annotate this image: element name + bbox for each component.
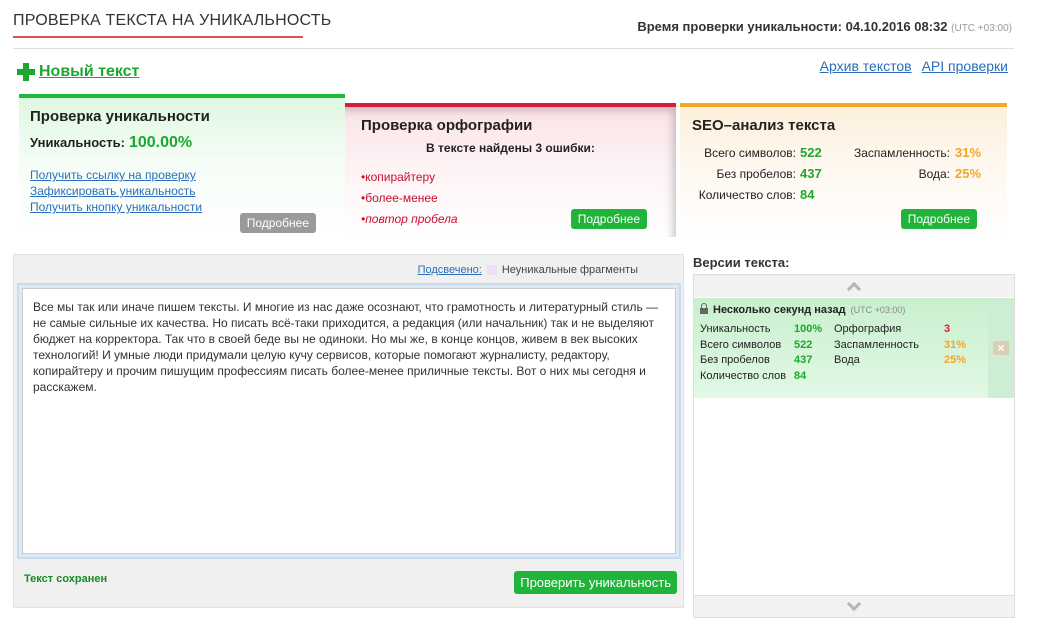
version-total: 522: [794, 338, 813, 351]
uniqueness-links: Получить ссылку на проверку Зафиксироват…: [30, 168, 202, 215]
seo-no-spaces: 437: [800, 166, 822, 181]
check-time-tz: (UTC +03:00): [951, 23, 1012, 34]
page-title: ПРОВЕРКА ТЕКСТА НА УНИКАЛЬНОСТЬ: [13, 12, 332, 29]
uniqueness-percent: 100.00%: [128, 134, 193, 151]
chevron-up-icon: [846, 281, 862, 296]
version-left-values: 100% 522 437 84: [794, 322, 822, 384]
seo-title: SEO–анализ текста: [692, 117, 836, 134]
seo-left-values: 522 437 84: [800, 145, 822, 208]
version-spam-label: Заспамленность: [834, 338, 919, 351]
editor-panel: Подсвечено: Неуникальные фрагменты Все м…: [13, 254, 684, 608]
top-links: Архив текстов API проверки: [820, 58, 1008, 74]
version-no-spaces-label: Без пробелов: [700, 354, 770, 366]
spelling-more-button[interactable]: Подробнее: [570, 209, 647, 229]
spelling-found-text: В тексте найдены 3 ошибки:: [426, 141, 595, 155]
highlight-legend: Подсвечено: Неуникальные фрагменты: [418, 264, 638, 276]
new-text-button[interactable]: Новый текст: [17, 63, 139, 81]
highlight-toggle[interactable]: Подсвечено:: [418, 264, 482, 276]
version-total-label: Всего символов: [700, 338, 782, 351]
spelling-error-item: повтор пробела: [361, 209, 457, 230]
version-spell: 3: [944, 323, 951, 335]
seo-left-labels: Всего символов: Без пробелов: Количество…: [699, 146, 797, 209]
version-side: ×: [988, 298, 1014, 398]
version-spam: 31%: [944, 338, 967, 351]
get-link-link[interactable]: Получить ссылку на проверку: [30, 168, 202, 183]
header-divider-left: [13, 48, 303, 49]
title-underline: [13, 36, 303, 38]
check-time: Время проверки уникальности: 04.10.2016 …: [637, 19, 1012, 34]
text-editor[interactable]: Все мы так или иначе пишем тексты. И мно…: [22, 288, 676, 554]
get-button-link[interactable]: Получить кнопку уникальности: [30, 200, 202, 215]
versions-panel: Несколько секунд назад (UTC +03:00) Уник…: [693, 274, 1015, 618]
spelling-errors-list: копирайтеру более-менее повтор пробела: [361, 167, 458, 230]
version-water-label: Вода: [834, 354, 860, 366]
plus-icon: [17, 63, 35, 81]
version-no-spaces: 437: [794, 354, 813, 366]
uniqueness-card: Проверка уникальности Уникальность: 100.0…: [19, 94, 345, 237]
lock-icon: [700, 302, 708, 315]
highlight-legend-text: Неуникальные фрагменты: [501, 264, 638, 276]
version-left-labels: Уникальность Всего символов Без пробелов…: [700, 322, 786, 384]
seo-total-chars: 522: [800, 145, 822, 160]
spelling-title: Проверка орфографии: [361, 117, 533, 134]
version-uniq: 100%: [794, 323, 823, 335]
seo-right-labels: Заспамленность: Вода:: [840, 146, 950, 188]
seo-words: 84: [800, 187, 815, 202]
seo-right-values: 31% 25%: [955, 145, 981, 187]
seo-no-spaces-label: Без пробелов:: [716, 167, 797, 181]
new-text-label: Новый текст: [39, 63, 140, 80]
version-spell-label: Орфография: [834, 323, 902, 335]
chevron-down-icon: [846, 596, 862, 612]
seo-more-button[interactable]: Подробнее: [900, 209, 977, 229]
version-water: 25%: [944, 354, 967, 366]
check-time-label: Время проверки уникальности: 04.10.2016 …: [637, 19, 948, 34]
scroll-up-button[interactable]: [694, 275, 1014, 297]
version-item[interactable]: Несколько секунд назад (UTC +03:00) Уник…: [694, 298, 988, 398]
uniqueness-value: Уникальность: 100.00%: [30, 134, 192, 152]
version-time: Несколько секунд назад: [713, 304, 846, 316]
scroll-down-button[interactable]: [694, 595, 1014, 617]
editor-frame: Все мы так или иначе пишем тексты. И мно…: [17, 283, 681, 559]
spelling-error-item: более-менее: [361, 188, 458, 209]
fix-uniqueness-link[interactable]: Зафиксировать уникальность: [30, 184, 202, 199]
uniqueness-title: Проверка уникальности: [30, 108, 210, 125]
version-words-label: Количество слов: [700, 369, 787, 382]
version-uniq-label: Уникальность: [700, 323, 771, 335]
version-tz: (UTC +03:00): [850, 305, 906, 315]
check-uniqueness-button[interactable]: Проверить уникальность: [514, 571, 677, 594]
archive-link[interactable]: Архив текстов: [820, 58, 912, 74]
spelling-card: Проверка орфографии В тексте найдены 3 о…: [345, 103, 676, 237]
seo-spam: 31%: [955, 145, 982, 160]
api-link[interactable]: API проверки: [922, 58, 1008, 74]
version-right-values: 3 31% 25%: [944, 322, 966, 369]
versions-title: Версии текста:: [693, 255, 790, 270]
seo-total-chars-label: Всего символов:: [704, 146, 796, 160]
version-right-labels: Орфография Заспамленность Вода: [834, 322, 919, 369]
saved-status: Текст сохранен: [24, 573, 108, 585]
close-icon[interactable]: ×: [993, 341, 1009, 355]
spelling-error-item: копирайтеру: [361, 167, 458, 188]
seo-words-label: Количество слов:: [698, 188, 796, 202]
uniqueness-label: Уникальность:: [30, 135, 125, 150]
uniqueness-more-button[interactable]: Подробнее: [239, 213, 316, 233]
seo-spam-label: Заспамленность:: [853, 146, 950, 160]
legend-swatch: [486, 265, 497, 275]
seo-water: 25%: [955, 166, 982, 181]
version-words: 84: [794, 369, 807, 382]
seo-water-label: Вода:: [918, 167, 950, 181]
seo-card: SEO–анализ текста Всего символов: Без пр…: [680, 103, 1007, 237]
header-divider: [303, 48, 1014, 49]
version-header: Несколько секунд назад (UTC +03:00): [700, 302, 906, 316]
